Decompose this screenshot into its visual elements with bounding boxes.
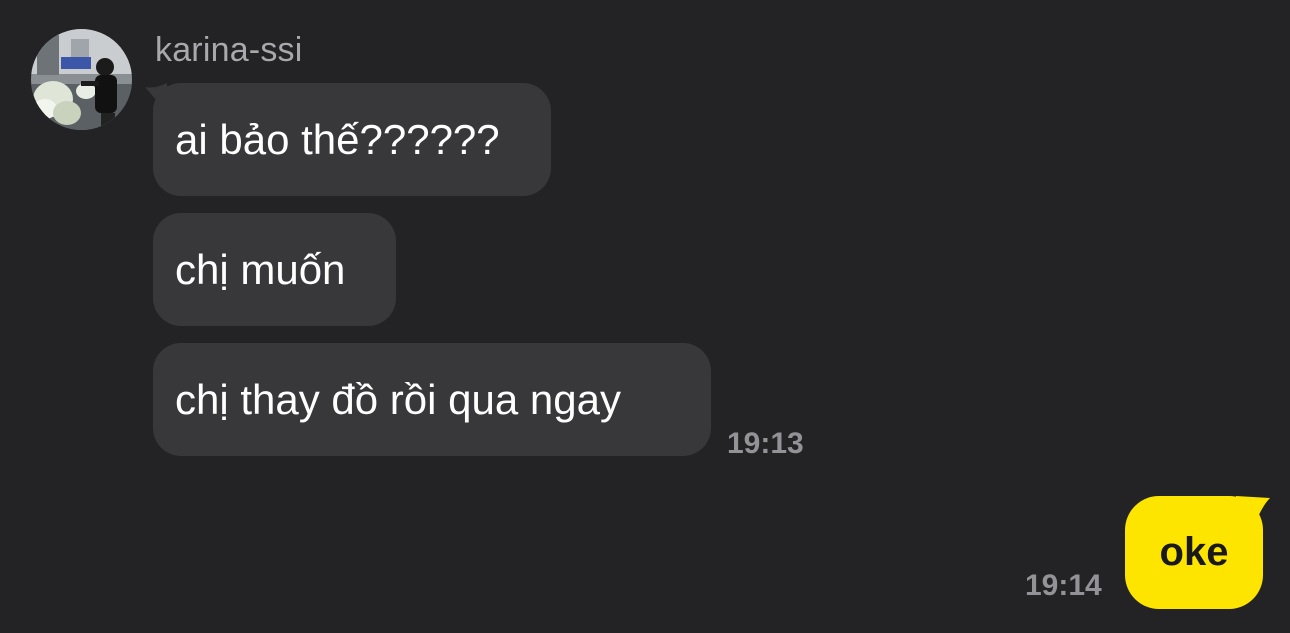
message-text: chị thay đồ rồi qua ngay: [175, 375, 621, 423]
incoming-message[interactable]: chị muốn: [153, 213, 396, 326]
sender-avatar[interactable]: [31, 29, 132, 130]
message-timestamp: 19:14: [1025, 569, 1102, 602]
avatar-photo: [31, 29, 132, 130]
chat-view: karina-ssi ai bảo thế?????? chị muốn chị…: [0, 0, 1290, 633]
incoming-message[interactable]: ai bảo thế??????: [153, 83, 551, 196]
message-timestamp: 19:13: [727, 427, 804, 460]
incoming-message[interactable]: chị thay đồ rồi qua ngay: [153, 343, 711, 456]
message-text: ai bảo thế??????: [175, 115, 500, 163]
message-text: chị muốn: [175, 245, 346, 293]
sender-name: karina-ssi: [155, 31, 303, 69]
message-text: oke: [1159, 530, 1229, 574]
outgoing-bubble-tail: [1236, 496, 1270, 526]
